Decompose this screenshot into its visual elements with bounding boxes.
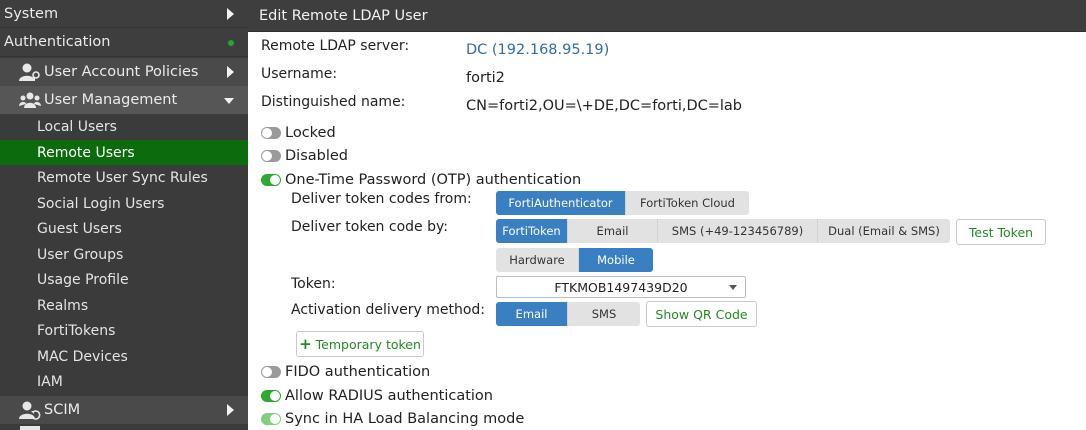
distinguished-name-value: CN=forti2,OU=\+DE,DC=forti,DC=lab [466, 98, 743, 114]
sidebar-item-label: Remote Users [37, 144, 135, 161]
deliver-by-label: Deliver token code by: [291, 219, 448, 235]
sidebar-item-authentication[interactable]: Authentication [0, 28, 248, 57]
token-type-hardware[interactable]: Hardware [496, 248, 579, 272]
deliver-from-fortiauthenticator[interactable]: FortiAuthenticator [496, 191, 626, 215]
sidebar-item-label: SCIM [44, 402, 81, 418]
sidebar-item-fortitokens[interactable]: FortiTokens [0, 318, 248, 343]
deliver-by-email[interactable]: Email [568, 219, 658, 243]
deliver-by-fortitoken[interactable]: FortiToken [496, 219, 568, 243]
fido-toggle-row: FIDO authentication [261, 362, 430, 382]
sidebar-item-iam[interactable]: IAM [0, 369, 248, 394]
token-label: Token: [291, 276, 336, 292]
sidebar-item-guest-users[interactable]: Guest Users [0, 216, 248, 241]
sidebar-item-social-login-users[interactable]: Social Login Users [0, 191, 248, 216]
deliver-from-label: Deliver token codes from: [291, 191, 472, 207]
sidebar-item-label: Guest Users [37, 220, 122, 237]
disabled-label: Disabled [285, 148, 348, 164]
locked-toggle[interactable] [261, 127, 281, 139]
chevron-right-icon [227, 8, 234, 20]
sidebar-item-realms[interactable]: Realms [0, 293, 248, 318]
user-key-icon [18, 62, 42, 82]
test-token-button[interactable]: Test Token [956, 219, 1046, 245]
radius-toggle-row: Allow RADIUS authentication [261, 386, 493, 406]
sidebar-item-user-management[interactable]: User Management [0, 86, 248, 114]
remote-ldap-server-label: Remote LDAP server: [261, 38, 410, 54]
show-qr-code-button[interactable]: Show QR Code [646, 301, 757, 327]
token-type-segmented: Hardware Mobile [496, 248, 653, 272]
sidebar-scroll-indicator [20, 426, 40, 430]
sidebar-item-usage-profile[interactable]: Usage Profile [0, 267, 248, 292]
sidebar-item-label: Remote User Sync Rules [37, 169, 208, 186]
locked-toggle-row: Locked [261, 123, 336, 143]
sidebar: System Authentication User Account Polic… [0, 0, 248, 430]
page-header: Edit Remote LDAP User [248, 0, 1086, 32]
sidebar-item-label: Usage Profile [37, 271, 129, 288]
disabled-toggle[interactable] [261, 150, 281, 162]
sidebar-item-label: FortiTokens [37, 322, 116, 339]
sidebar-item-label: MAC Devices [37, 348, 128, 365]
sidebar-item-mac-devices[interactable]: MAC Devices [0, 344, 248, 369]
username-label: Username: [261, 66, 338, 82]
activation-sms[interactable]: SMS [568, 302, 640, 326]
plus-icon: + [299, 335, 312, 353]
chevron-down-icon [729, 285, 737, 290]
sidebar-item-system[interactable]: System [0, 0, 248, 28]
sidebar-item-label: User Management [44, 92, 178, 108]
activation-email[interactable]: Email [496, 302, 568, 326]
deliver-by-dual[interactable]: Dual (Email & SMS) [818, 219, 950, 243]
disabled-toggle-row: Disabled [261, 146, 348, 166]
locked-label: Locked [285, 125, 336, 141]
chevron-down-icon [224, 98, 234, 104]
sidebar-item-local-users[interactable]: Local Users [0, 114, 248, 139]
sidebar-item-label: Authentication [4, 34, 111, 50]
temporary-token-button[interactable]: + Temporary token [296, 331, 424, 357]
main-panel: Edit Remote LDAP User Remote LDAP server… [248, 0, 1086, 430]
deliver-by-sms[interactable]: SMS (+49-123456789) [658, 219, 818, 243]
activation-method-segmented: Email SMS [496, 302, 640, 326]
fido-label: FIDO authentication [285, 364, 431, 380]
otp-toggle[interactable] [261, 174, 281, 186]
activation-method-label: Activation delivery method: [291, 302, 485, 318]
sidebar-item-user-account-policies[interactable]: User Account Policies [0, 58, 248, 86]
remote-ldap-server-link[interactable]: DC (192.168.95.19) [466, 42, 609, 58]
chevron-right-icon [227, 66, 234, 78]
sidebar-item-scim[interactable]: SCIM [0, 396, 248, 424]
username-value: forti2 [466, 70, 505, 86]
sidebar-item-label: IAM [37, 373, 63, 390]
users-icon [18, 90, 42, 110]
sidebar-item-label: Realms [37, 297, 89, 314]
chevron-right-icon [227, 404, 234, 416]
sidebar-item-remote-users[interactable]: Remote Users [0, 140, 248, 165]
user-sync-icon [18, 400, 42, 420]
active-indicator-icon [228, 40, 234, 46]
ha-sync-label: Sync in HA Load Balancing mode [285, 411, 525, 427]
ha-sync-toggle-row: Sync in HA Load Balancing mode [261, 409, 524, 429]
radius-label: Allow RADIUS authentication [285, 388, 493, 404]
deliver-from-fortitoken-cloud[interactable]: FortiToken Cloud [626, 191, 749, 215]
deliver-by-segmented: FortiToken Email SMS (+49-123456789) Dua… [496, 219, 950, 243]
sidebar-item-label: Social Login Users [37, 195, 165, 212]
temporary-token-label: Temporary token [315, 336, 421, 352]
sidebar-item-remote-user-sync-rules[interactable]: Remote User Sync Rules [0, 165, 248, 190]
token-type-mobile[interactable]: Mobile [579, 248, 653, 272]
fido-toggle[interactable] [261, 366, 281, 378]
page-title: Edit Remote LDAP User [259, 7, 428, 24]
radius-toggle[interactable] [261, 390, 281, 402]
deliver-from-segmented: FortiAuthenticator FortiToken Cloud [496, 191, 749, 215]
sidebar-item-label: System [4, 5, 59, 22]
sidebar-item-label: User Groups [37, 246, 124, 263]
sidebar-item-label: User Account Policies [44, 64, 199, 80]
ha-sync-toggle[interactable] [261, 413, 281, 425]
token-select[interactable]: FTKMOB1497439D20 [496, 276, 746, 298]
token-select-value: FTKMOB1497439D20 [554, 279, 688, 295]
distinguished-name-label: Distinguished name: [261, 94, 406, 110]
otp-label: One-Time Password (OTP) authentication [285, 172, 582, 188]
sidebar-item-user-groups[interactable]: User Groups [0, 242, 248, 267]
otp-toggle-row: One-Time Password (OTP) authentication [261, 170, 581, 190]
sidebar-item-label: Local Users [37, 118, 117, 135]
